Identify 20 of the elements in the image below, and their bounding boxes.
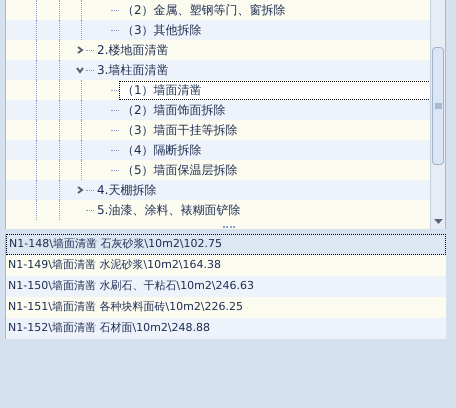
tree-item[interactable]: （5）墙面保温层拆除: [119, 160, 241, 180]
tree-item[interactable]: 3.墙柱面清凿: [94, 60, 172, 80]
tree-item[interactable]: （2）金属、塑钢等门、窗拆除: [119, 0, 289, 20]
tree-item[interactable]: （3）墙面干挂等拆除: [119, 120, 241, 140]
tree-item[interactable]: 5.油漆、涂料、裱糊面铲除: [94, 200, 244, 220]
list-item[interactable]: N1-149\墙面清凿 水泥砂浆\10m2\164.38: [6, 255, 446, 276]
list-item[interactable]: N1-151\墙面清凿 各种块料面砖\10m2\226.25: [6, 297, 446, 318]
scroll-down-arrow-icon[interactable]: [434, 219, 442, 224]
grip-icon: [434, 103, 442, 109]
tree-item[interactable]: （3）其他拆除: [119, 20, 205, 40]
tree-item[interactable]: （4）隔断拆除: [119, 140, 205, 160]
list-item[interactable]: N1-150\墙面清凿 水刷石、干粘石\10m2\246.63: [6, 276, 446, 297]
list-item[interactable]: N1-148\墙面清凿 石灰砂浆\10m2\102.75: [6, 234, 446, 255]
tree-item[interactable]: 4.天棚拆除: [94, 180, 160, 200]
list-item[interactable]: N1-152\墙面清凿 石材面\10m2\248.88: [6, 318, 446, 339]
splitter-grip-icon[interactable]: [223, 226, 235, 229]
tree-item[interactable]: 2.楼地面清凿: [94, 40, 172, 60]
scrollbar-thumb[interactable]: [432, 47, 444, 165]
tree-item[interactable]: （1）墙面清凿: [119, 80, 430, 100]
vertical-scrollbar[interactable]: [430, 0, 445, 229]
